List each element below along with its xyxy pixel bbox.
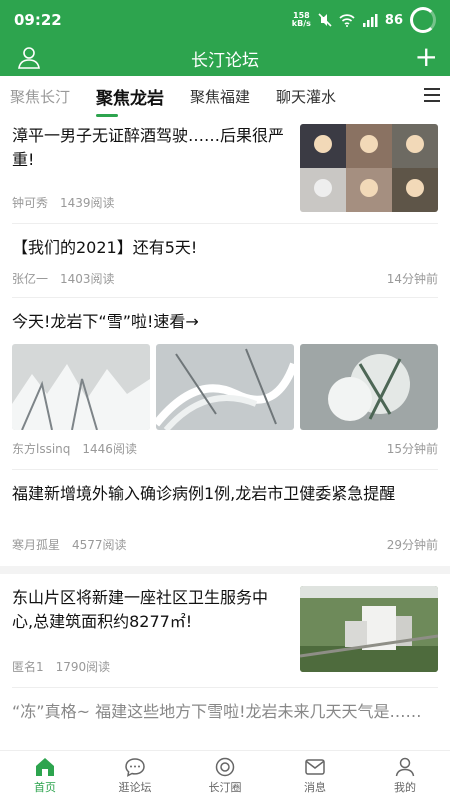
category-tabs: 聚焦长汀 聚焦龙岩 聚焦福建 聊天灌水 [0, 76, 450, 117]
article-title: 东山片区将新建一座社区卫生服务中心,总建筑面积约8277㎡! [12, 588, 269, 631]
article-feed: 漳平一男子无证醉酒驾驶……后果很严重! 钟可秀 1439阅读 【我们的2021】… [0, 116, 450, 750]
home-icon [36, 757, 54, 776]
article-meta: 寒月孤星 4577阅读 29分钟前 [12, 536, 438, 553]
article-meta: 匿名1 1790阅读 [12, 658, 287, 675]
article-author: 匿名1 [12, 660, 44, 674]
article-title: 【我们的2021】还有5天! [12, 238, 198, 257]
article-author: 钟可秀 [12, 196, 49, 210]
article-time: 29分钟前 [386, 538, 438, 552]
article-time: 14分钟前 [386, 272, 438, 286]
article-meta: 张亿一 1403阅读 14分钟前 [12, 270, 438, 287]
article-time: 15分钟前 [386, 442, 438, 456]
user-icon [395, 757, 415, 776]
nav-forum[interactable]: 逛论坛 [90, 751, 180, 800]
wifi-icon [339, 13, 355, 27]
tab-menu-icon[interactable] [424, 88, 440, 106]
article-meta: 钟可秀 1439阅读 [12, 194, 287, 211]
article-meta: 东方lssinq 1446阅读 15分钟前 [12, 440, 438, 457]
article-thumbnail [300, 124, 438, 212]
article-reads: 1403阅读 [60, 272, 115, 286]
section-divider [0, 566, 450, 574]
tab-fujian[interactable]: 聚焦福建 [190, 86, 250, 107]
article-title: “冻”真格~ 福建这些地方下雪啦!龙岩未来几天天气是…… [12, 702, 422, 721]
status-icons: 158 kB/s 86 [292, 7, 436, 33]
mail-icon [305, 758, 325, 775]
nav-label: 消息 [304, 780, 326, 794]
nav-circle[interactable]: 长汀圈 [180, 751, 270, 800]
nav-label: 我的 [394, 780, 416, 794]
article-image [12, 344, 150, 430]
article-title: 漳平一男子无证醉酒驾驶……后果很严重! [12, 126, 285, 169]
article-item[interactable]: 漳平一男子无证醉酒驾驶……后果很严重! 钟可秀 1439阅读 [12, 116, 438, 224]
article-author: 张亿一 [12, 272, 49, 286]
article-author: 东方lssinq [12, 442, 71, 456]
article-reads: 1439阅读 [60, 196, 115, 210]
nav-label: 逛论坛 [118, 780, 152, 794]
article-reads: 4577阅读 [72, 538, 127, 552]
app-header: 长汀论坛 + [0, 40, 450, 76]
article-reads: 1446阅读 [82, 442, 137, 456]
status-bar: 09:22 158 kB/s 86 [0, 0, 450, 40]
circle-icon [215, 757, 235, 776]
article-image [156, 344, 294, 430]
battery-icon [410, 7, 436, 33]
battery-level: 86 [384, 12, 403, 28]
tab-chat[interactable]: 聊天灌水 [276, 86, 336, 107]
app-title: 长汀论坛 [191, 50, 259, 71]
signal-icon [362, 13, 378, 27]
nav-home[interactable]: 首页 [0, 751, 90, 800]
nav-label: 长汀圈 [208, 780, 242, 794]
nav-messages[interactable]: 消息 [270, 751, 360, 800]
article-title: 今天!龙岩下“雪”啦!速看→ [12, 312, 199, 331]
article-item[interactable]: 福建新增境外输入确诊病例1例,龙岩市卫健委紧急提醒 寒月孤星 4577阅读 29… [12, 470, 438, 562]
tab-longyan[interactable]: 聚焦龙岩 [96, 84, 164, 117]
article-title: 福建新增境外输入确诊病例1例,龙岩市卫健委紧急提醒 [12, 484, 396, 503]
plus-icon[interactable]: + [415, 43, 438, 71]
article-reads: 1790阅读 [55, 660, 111, 674]
nav-profile[interactable]: 我的 [360, 751, 450, 800]
article-thumbnail [300, 586, 438, 672]
tab-changting[interactable]: 聚焦长汀 [10, 86, 70, 107]
article-item[interactable]: 东山片区将新建一座社区卫生服务中心,总建筑面积约8277㎡! 匿名1 1790阅… [12, 574, 438, 688]
chat-icon [125, 757, 145, 777]
article-image [300, 344, 438, 430]
network-speed: 158 kB/s [291, 11, 311, 28]
status-time: 09:22 [14, 11, 62, 29]
article-item[interactable]: 【我们的2021】还有5天! 张亿一 1403阅读 14分钟前 [12, 224, 438, 298]
article-author: 寒月孤星 [12, 538, 61, 552]
article-item[interactable]: 今天!龙岩下“雪”啦!速看→ 东方lssinq 1446阅读 15分钟前 [12, 298, 438, 470]
article-item[interactable]: “冻”真格~ 福建这些地方下雪啦!龙岩未来几天天气是…… [12, 696, 438, 750]
user-icon[interactable] [16, 44, 42, 74]
bottom-navigation: 首页 逛论坛 长汀圈 消息 我的 [0, 750, 450, 800]
nav-label: 首页 [34, 780, 56, 794]
mute-icon [318, 13, 332, 27]
